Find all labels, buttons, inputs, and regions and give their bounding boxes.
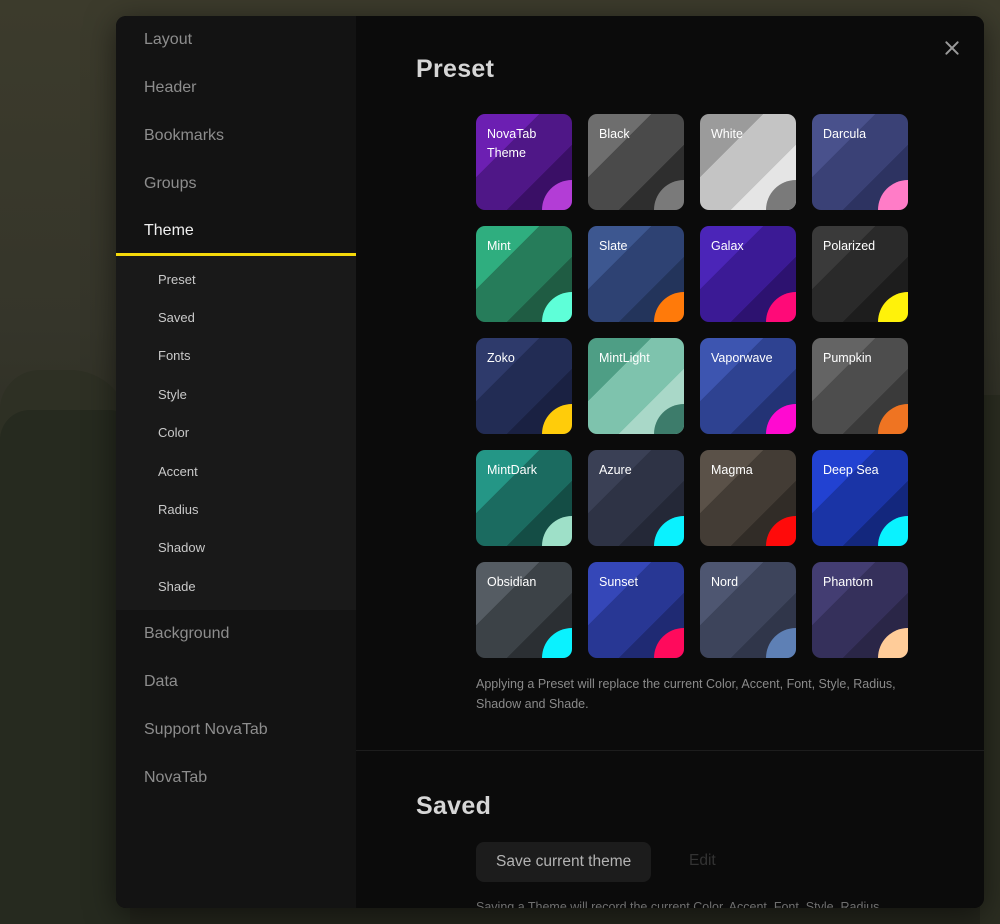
preset-tile-label: NovaTab Theme: [487, 127, 537, 160]
preset-tile[interactable]: Black: [588, 114, 684, 210]
preset-accent-swatch: [878, 180, 908, 210]
preset-accent-swatch: [542, 516, 572, 546]
saved-section-title: Saved: [416, 792, 492, 820]
theme-subnav: Preset Saved Fonts Style Color Accent Ra…: [116, 256, 356, 610]
preset-accent-swatch: [766, 404, 796, 434]
preset-tile-label: Black: [599, 127, 630, 141]
preset-accent-swatch: [878, 292, 908, 322]
subnav-item-preset[interactable]: Preset: [116, 260, 356, 298]
preset-tile[interactable]: Galax: [700, 226, 796, 322]
preset-accent-swatch: [878, 628, 908, 658]
preset-accent-swatch: [654, 404, 684, 434]
preset-tile-label: Darcula: [823, 127, 867, 141]
preset-section-title: Preset: [416, 55, 495, 83]
preset-tile-label: Sunset: [599, 575, 638, 589]
preset-tile[interactable]: Deep Sea: [812, 450, 908, 546]
preset-tile[interactable]: Magma: [700, 450, 796, 546]
sidebar-item-bookmarks[interactable]: Bookmarks: [116, 112, 356, 160]
preset-tile-label: White: [711, 127, 743, 141]
subnav-item-saved[interactable]: Saved: [116, 298, 356, 336]
sidebar-item-background[interactable]: Background: [116, 610, 356, 658]
close-icon[interactable]: [942, 38, 962, 58]
preset-accent-swatch: [766, 292, 796, 322]
preset-tile[interactable]: NovaTab Theme: [476, 114, 572, 210]
subnav-item-style[interactable]: Style: [116, 375, 356, 413]
preset-accent-swatch: [542, 292, 572, 322]
preset-accent-swatch: [654, 628, 684, 658]
preset-accent-swatch: [542, 180, 572, 210]
preset-tile-label: Zoko: [487, 351, 515, 365]
preset-accent-swatch: [878, 516, 908, 546]
preset-tile[interactable]: Phantom: [812, 562, 908, 658]
edit-button[interactable]: Edit: [689, 852, 716, 870]
preset-tile-label: Pumpkin: [823, 351, 872, 365]
preset-tile[interactable]: Zoko: [476, 338, 572, 434]
preset-tile-label: MintDark: [487, 463, 538, 477]
subnav-item-shade[interactable]: Shade: [116, 567, 356, 605]
sidebar-item-theme[interactable]: Theme: [116, 208, 356, 256]
subnav-item-accent[interactable]: Accent: [116, 452, 356, 490]
sidebar-item-data[interactable]: Data: [116, 658, 356, 706]
sidebar-item-novatab[interactable]: NovaTab: [116, 754, 356, 802]
preset-tile-label: Magma: [711, 463, 753, 477]
sidebar-item-header[interactable]: Header: [116, 64, 356, 112]
preset-tile[interactable]: Azure: [588, 450, 684, 546]
preset-tile[interactable]: Slate: [588, 226, 684, 322]
preset-tile-label: Polarized: [823, 239, 876, 253]
preset-accent-swatch: [654, 292, 684, 322]
preset-tile-label: Azure: [599, 463, 632, 477]
sidebar-item-support[interactable]: Support NovaTab: [116, 706, 356, 754]
preset-tile[interactable]: Sunset: [588, 562, 684, 658]
preset-accent-swatch: [542, 404, 572, 434]
settings-sidebar: Layout Header Bookmarks Groups Theme Pre…: [116, 16, 356, 908]
preset-tile-label: Deep Sea: [823, 463, 879, 477]
background-hill-front: [0, 410, 130, 924]
preset-tile[interactable]: White: [700, 114, 796, 210]
preset-accent-swatch: [878, 404, 908, 434]
preset-accent-swatch: [766, 180, 796, 210]
preset-hint: Applying a Preset will replace the curre…: [476, 677, 896, 711]
preset-accent-swatch: [766, 516, 796, 546]
preset-grid: NovaTab Theme Black White Darcula Mint Slate G…: [476, 114, 916, 658]
preset-tile[interactable]: Mint: [476, 226, 572, 322]
preset-tile[interactable]: MintDark: [476, 450, 572, 546]
preset-tile[interactable]: Vaporwave: [700, 338, 796, 434]
preset-accent-swatch: [654, 180, 684, 210]
preset-tile-label: Nord: [711, 575, 739, 589]
preset-accent-swatch: [654, 516, 684, 546]
preset-tile[interactable]: Pumpkin: [812, 338, 908, 434]
section-divider: [356, 750, 984, 751]
subnav-item-radius[interactable]: Radius: [116, 490, 356, 528]
preset-tile-label: MintLight: [599, 351, 650, 365]
preset-tile[interactable]: Polarized: [812, 226, 908, 322]
preset-tile-label: Phantom: [823, 575, 874, 589]
preset-tile[interactable]: MintLight: [588, 338, 684, 434]
preset-tile[interactable]: Nord: [700, 562, 796, 658]
preset-tile[interactable]: Obsidian: [476, 562, 572, 658]
sidebar-item-groups[interactable]: Groups: [116, 160, 356, 208]
preset-accent-swatch: [542, 628, 572, 658]
saved-hint: Saving a Theme will record the current C…: [476, 900, 880, 908]
preset-tile-label: Mint: [487, 239, 511, 253]
preset-tile-label: Galax: [711, 239, 744, 253]
preset-accent-swatch: [766, 628, 796, 658]
preset-tile-label: Slate: [599, 239, 628, 253]
subnav-item-fonts[interactable]: Fonts: [116, 337, 356, 375]
subnav-item-shadow[interactable]: Shadow: [116, 529, 356, 567]
settings-content: Preset NovaTab Theme Black White Darcula Min…: [356, 16, 984, 908]
preset-tile-label: Vaporwave: [711, 351, 773, 365]
preset-tile-label: Obsidian: [487, 575, 537, 589]
subnav-item-color[interactable]: Color: [116, 414, 356, 452]
settings-modal: Layout Header Bookmarks Groups Theme Pre…: [116, 16, 984, 908]
sidebar-item-layout[interactable]: Layout: [116, 16, 356, 64]
save-theme-button[interactable]: Save current theme: [476, 842, 652, 882]
preset-tile[interactable]: Darcula: [812, 114, 908, 210]
